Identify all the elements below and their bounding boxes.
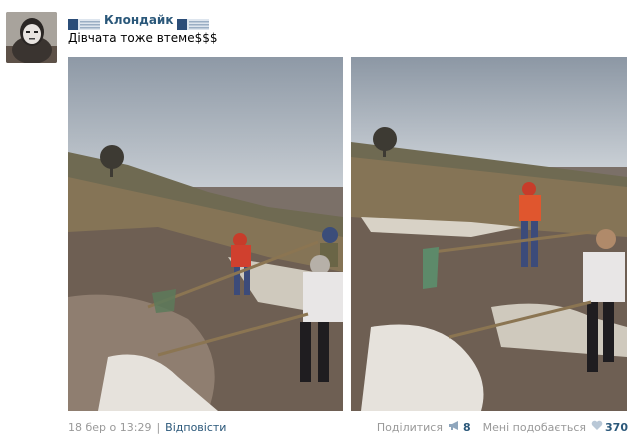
- share-button[interactable]: Поділитися 8: [377, 420, 471, 434]
- like-label: Мені подобається: [482, 420, 587, 434]
- flag-icon: [68, 15, 100, 30]
- flag-icon: [177, 15, 210, 30]
- share-count: 8: [462, 420, 471, 434]
- author-avatar[interactable]: [6, 12, 57, 63]
- post-photo[interactable]: [351, 57, 627, 411]
- post-header: Клондайк: [68, 12, 210, 30]
- post-text: Дівчата тоже втеме$$$: [68, 31, 218, 45]
- heart-icon: [591, 420, 603, 434]
- reply-link[interactable]: Відповісти: [165, 421, 226, 434]
- megaphone-icon: [448, 420, 461, 434]
- like-button[interactable]: Мені подобається 370: [483, 420, 628, 434]
- post-date[interactable]: 18 бер о 13:29: [68, 421, 151, 434]
- author-name[interactable]: Клондайк: [104, 13, 173, 27]
- like-count: 370: [605, 420, 628, 434]
- post-footer: 18 бер о 13:29 | Відповісти Поділитися 8…: [68, 418, 628, 436]
- post-photo[interactable]: [68, 57, 343, 411]
- separator: |: [156, 420, 161, 434]
- share-label: Поділитися: [376, 420, 443, 434]
